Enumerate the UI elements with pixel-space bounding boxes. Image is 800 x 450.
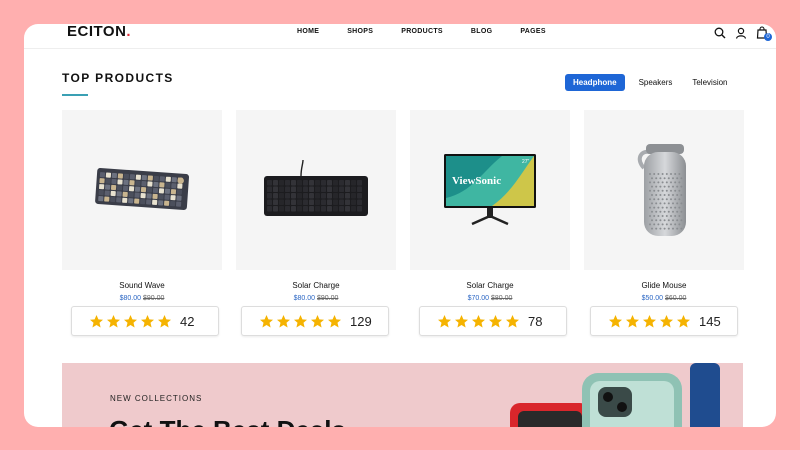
star-icon (506, 314, 519, 327)
rating-box: 42 (71, 306, 219, 336)
product-card[interactable]: ViewSonic 27" Solar Charge $70.00 $80.00 (410, 110, 570, 302)
product-price: $80.00 $90.00 (293, 295, 339, 302)
product-image[interactable] (236, 110, 396, 270)
review-count: 129 (350, 313, 372, 329)
product-price: $70.00 $80.00 (467, 295, 513, 302)
star-icon (626, 314, 639, 327)
star-icon (609, 314, 622, 327)
cart-button[interactable]: 0 (756, 26, 772, 41)
user-icon[interactable] (735, 27, 747, 39)
rating-box: 78 (419, 306, 567, 336)
product-image[interactable]: ViewSonic 27" (410, 110, 570, 270)
monitor-image: ViewSonic 27" (444, 154, 536, 226)
star-rating (437, 314, 520, 329)
section-title: TOP PRODUCTS (62, 71, 174, 85)
product-card[interactable]: Glide Mouse $50.00 $60.00 (584, 110, 744, 302)
phones-image (510, 363, 720, 427)
star-rating (608, 314, 691, 329)
product-name[interactable]: Solar Charge (236, 281, 396, 290)
speaker-image (637, 144, 686, 236)
tab-speakers[interactable]: Speakers (631, 74, 681, 91)
tab-headphone[interactable]: Headphone (565, 74, 625, 91)
page-frame: ECITON. HOME SHOPS PRODUCTS BLOG PAGES 0… (24, 24, 776, 427)
star-icon (643, 314, 656, 327)
review-count: 145 (699, 313, 721, 329)
brand-logo[interactable]: ECITON. (67, 24, 131, 40)
header-icons: 0 (714, 26, 772, 41)
nav-item-products[interactable]: PRODUCTS (401, 28, 443, 35)
search-icon[interactable] (714, 27, 726, 39)
title-underline (62, 94, 88, 96)
product-card[interactable]: Solar Charge $80.00 $90.00 (236, 110, 396, 302)
star-icon (489, 314, 502, 327)
review-count: 42 (180, 313, 195, 329)
svg-text:27": 27" (522, 159, 530, 165)
review-count: 78 (528, 313, 543, 329)
nav-item-shops[interactable]: SHOPS (347, 28, 373, 35)
star-icon (90, 314, 103, 327)
star-rating (259, 314, 342, 329)
promo-banner[interactable]: NEW COLLECTIONS Get The Best Deals (62, 363, 743, 427)
star-icon (328, 314, 341, 327)
cart-count-badge: 0 (764, 33, 772, 41)
rating-box: 145 (590, 306, 738, 336)
main-nav: HOME SHOPS PRODUCTS BLOG PAGES (297, 28, 574, 35)
promo-title: Get The Best Deals (109, 415, 346, 427)
star-icon (294, 314, 307, 327)
star-icon (311, 314, 324, 327)
product-name[interactable]: Solar Charge (410, 281, 570, 290)
star-icon (277, 314, 290, 327)
star-icon (124, 314, 137, 327)
star-icon (677, 314, 690, 327)
star-icon (141, 314, 154, 327)
star-icon (260, 314, 273, 327)
product-name[interactable]: Glide Mouse (584, 281, 744, 290)
promo-eyebrow: NEW COLLECTIONS (110, 394, 203, 403)
product-image[interactable] (62, 110, 222, 270)
product-image[interactable] (584, 110, 744, 270)
star-icon (660, 314, 673, 327)
product-price: $50.00 $60.00 (641, 295, 687, 302)
rating-box: 129 (241, 306, 389, 336)
star-icon (438, 314, 451, 327)
product-card[interactable]: Sound Wave $80.00 $90.00 (62, 110, 222, 302)
star-icon (158, 314, 171, 327)
star-icon (472, 314, 485, 327)
star-icon (107, 314, 120, 327)
header: ECITON. HOME SHOPS PRODUCTS BLOG PAGES 0 (24, 24, 776, 49)
keyboard-black-image (264, 160, 368, 216)
tab-television[interactable]: Television (684, 74, 735, 91)
nav-item-blog[interactable]: BLOG (471, 28, 492, 35)
product-price: $80.00 $90.00 (119, 295, 165, 302)
nav-item-home[interactable]: HOME (297, 28, 319, 35)
star-rating (89, 314, 172, 329)
keyboard-image (95, 168, 190, 210)
star-icon (455, 314, 468, 327)
nav-item-pages[interactable]: PAGES (520, 28, 546, 35)
svg-text:ViewSonic: ViewSonic (452, 175, 501, 187)
category-tabs: Headphone Speakers Television (565, 74, 736, 91)
product-name[interactable]: Sound Wave (62, 281, 222, 290)
